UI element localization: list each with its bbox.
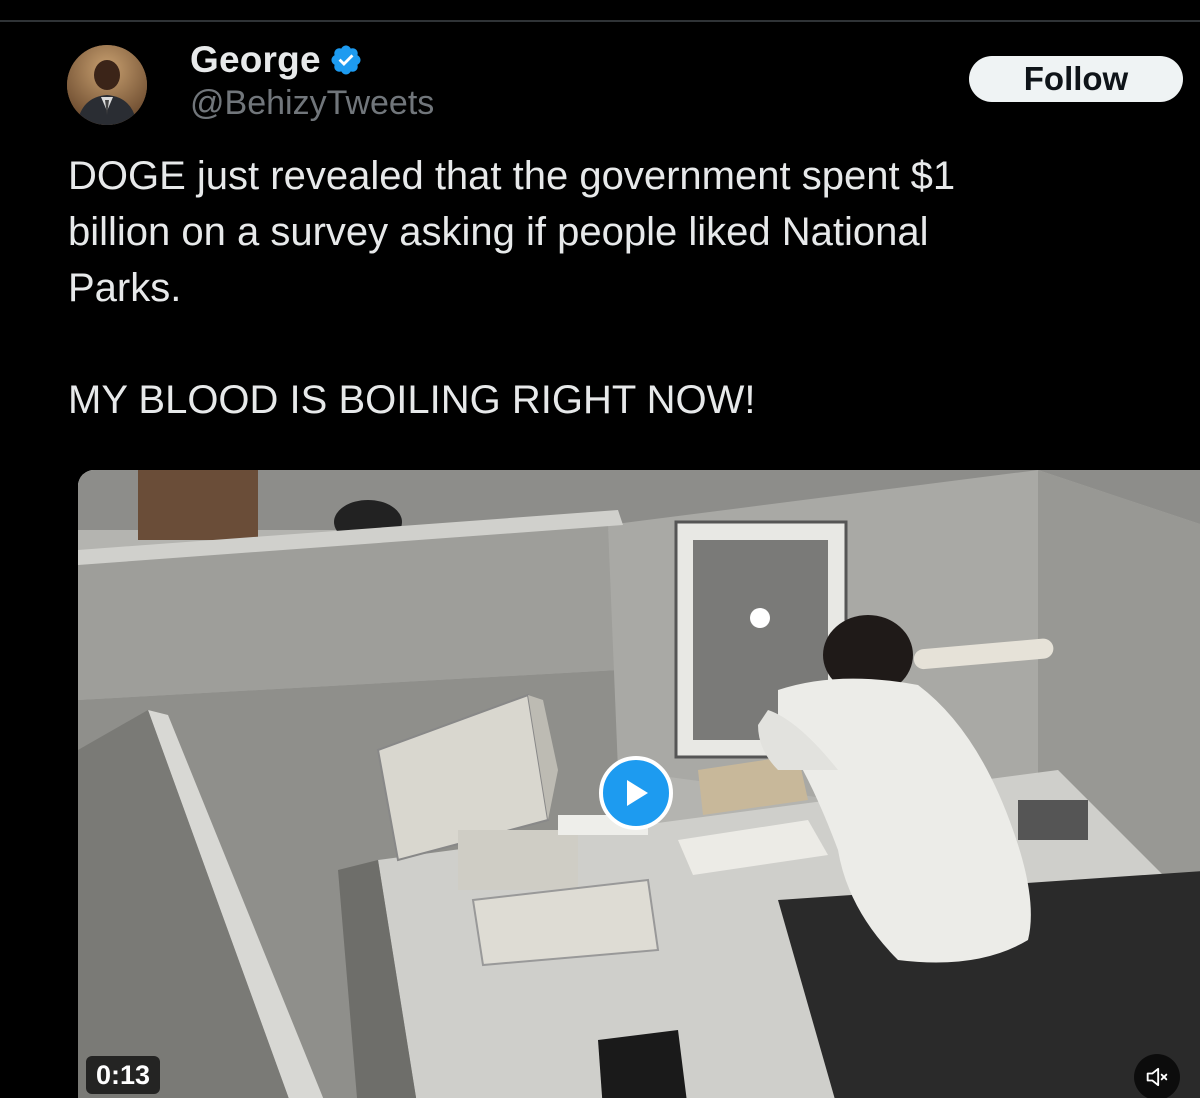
tweet-page: George @BehizyTweets Follow DOGE just re…	[0, 0, 1200, 1098]
handle[interactable]: @BehizyTweets	[190, 84, 434, 123]
video-duration-badge: 0:13	[86, 1056, 161, 1094]
muted-speaker-icon	[1146, 1067, 1168, 1087]
verified-badge-icon	[329, 43, 363, 77]
tweet-text-line: DOGE just revealed that the government s…	[68, 154, 956, 198]
display-name[interactable]: George	[190, 39, 321, 81]
name-row: George	[190, 38, 434, 82]
video-player[interactable]: 0:13	[78, 470, 1200, 1098]
tweet-text-line: billion on a survey asking if people lik…	[68, 210, 929, 254]
follow-button[interactable]: Follow	[969, 56, 1183, 102]
tweet-text-line-emphasis: MY BLOOD IS BOILING RIGHT NOW!	[68, 378, 756, 422]
tweet-text: DOGE just revealed that the government s…	[68, 148, 1148, 428]
profile-photo-icon	[67, 45, 147, 125]
author-block: George @BehizyTweets	[190, 38, 434, 123]
play-icon	[627, 780, 648, 806]
tweet-text-line: Parks.	[68, 266, 182, 310]
mute-toggle-button[interactable]	[1134, 1054, 1180, 1098]
top-divider	[0, 20, 1200, 22]
avatar[interactable]	[67, 45, 147, 125]
play-button[interactable]	[599, 756, 673, 830]
